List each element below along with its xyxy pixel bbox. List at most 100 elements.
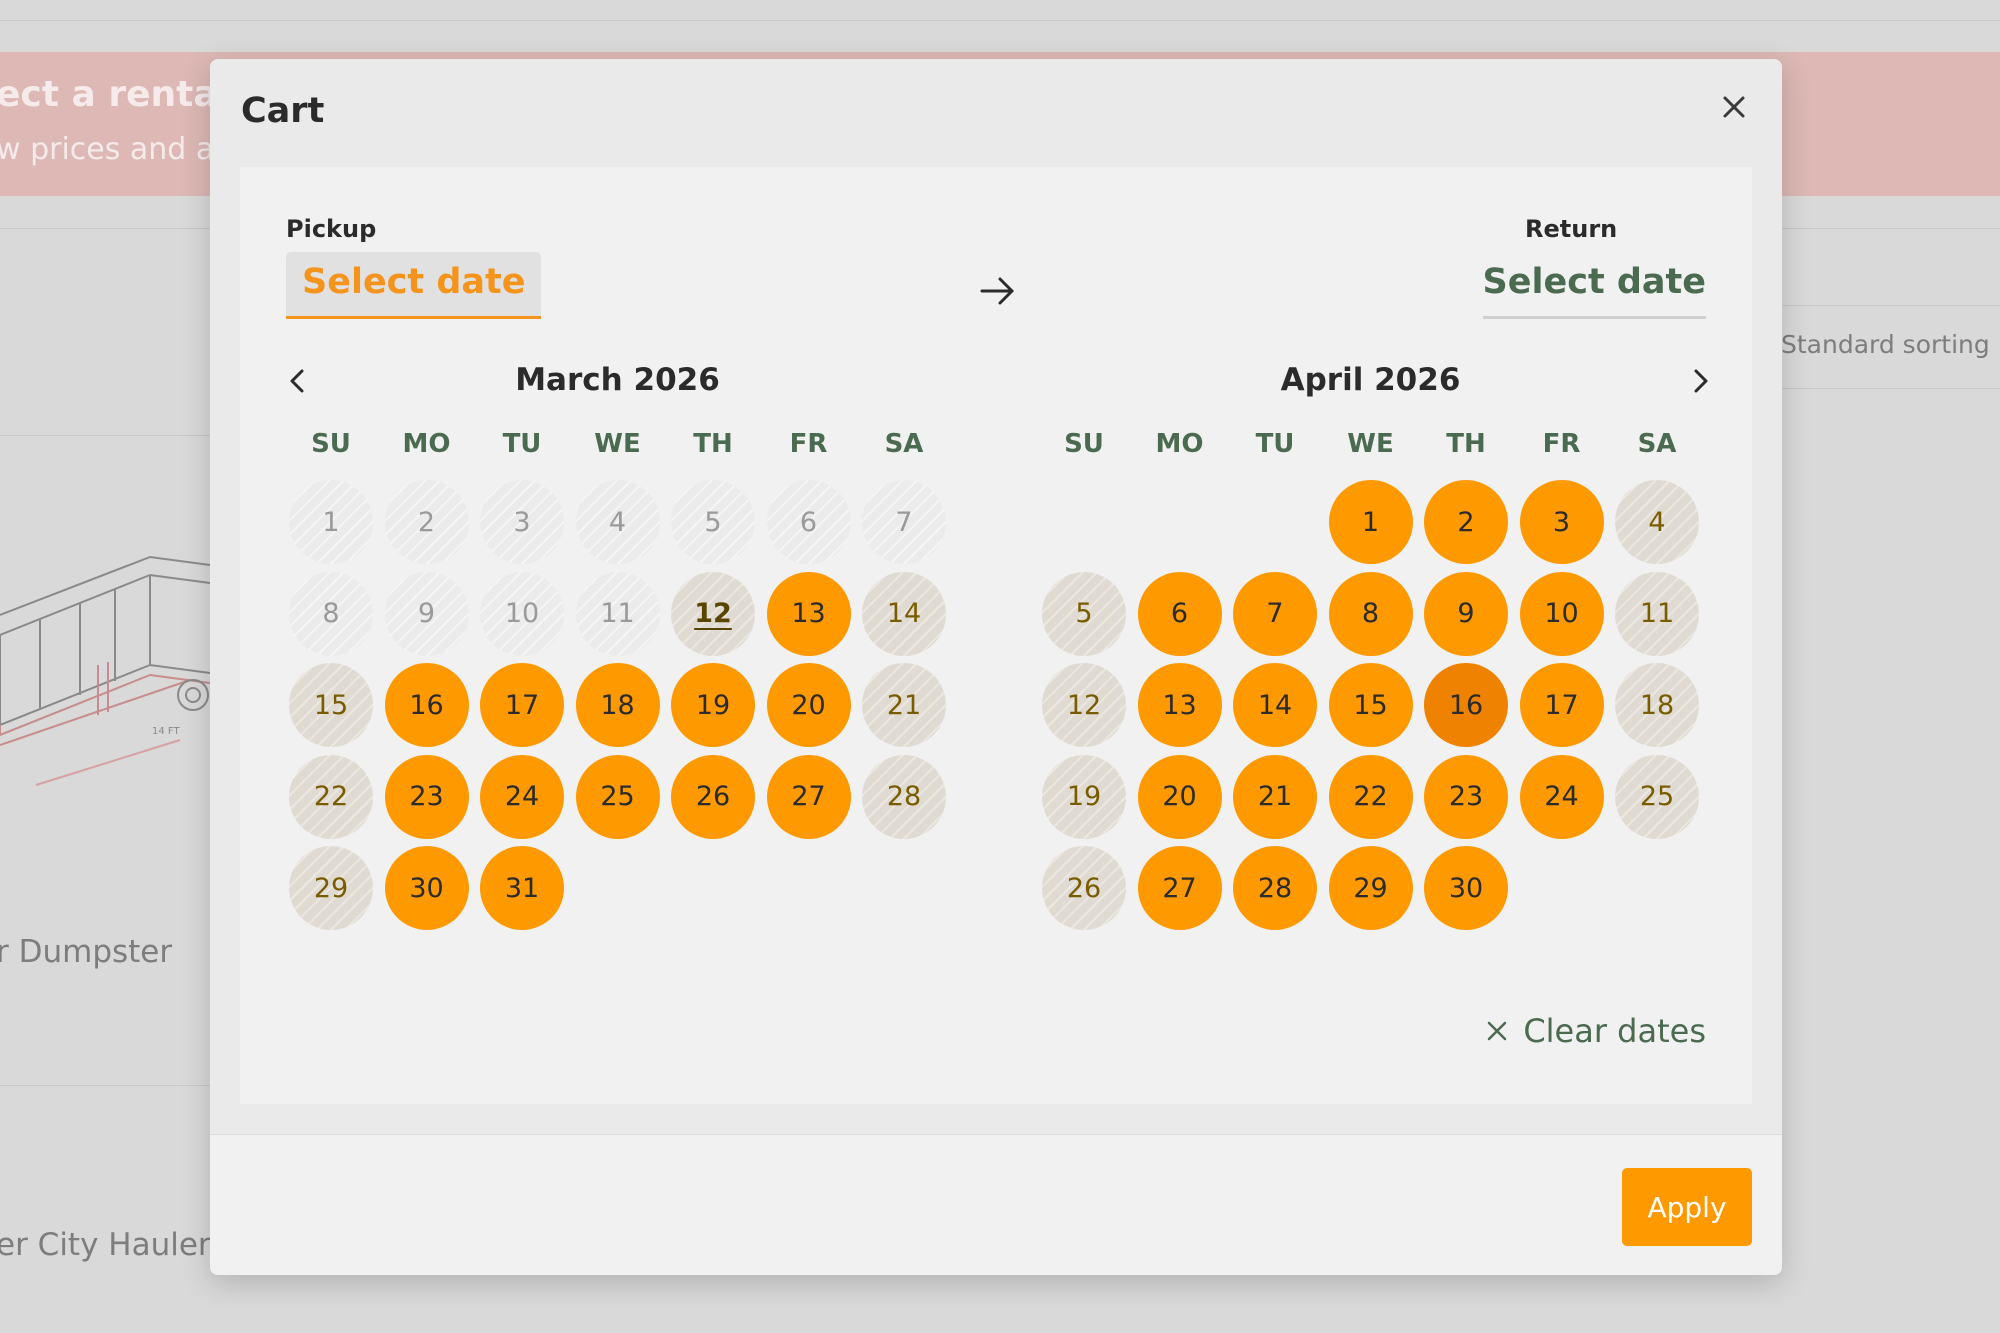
close-icon[interactable] <box>1716 89 1752 125</box>
background-top-bar <box>0 0 2000 21</box>
calendar-day: 3 <box>480 480 564 564</box>
calendar-day[interactable]: 28 <box>1233 846 1317 930</box>
calendar-day[interactable]: 16 <box>1424 663 1508 747</box>
chevron-left-icon[interactable] <box>278 361 318 401</box>
calendar-day[interactable]: 17 <box>480 663 564 747</box>
weekday-label: FR <box>1542 429 1581 459</box>
weekday-label: WE <box>594 429 641 459</box>
product-name[interactable]: r Dumpster <box>0 934 172 970</box>
calendar-day: 28 <box>862 754 946 839</box>
calendar-day[interactable]: 17 <box>1519 663 1604 747</box>
calendar-day: 26 <box>1042 846 1126 930</box>
background-divider <box>1760 388 2000 389</box>
calendar-day: 5 <box>1042 571 1126 656</box>
calendar-day: 15 <box>289 663 373 747</box>
calendar-day: 9 <box>384 571 469 656</box>
background-banner-subtitle: w prices and av <box>0 132 233 167</box>
calendar-day[interactable]: 6 <box>1137 571 1222 656</box>
calendar-day: 11 <box>1615 571 1699 656</box>
calendar-day[interactable]: 24 <box>1519 754 1604 839</box>
calendar-day[interactable]: 26 <box>671 754 755 839</box>
calendar-day[interactable]: 24 <box>480 754 564 839</box>
calendar-day: 12 <box>671 571 755 656</box>
calendar-day: 5 <box>671 480 755 564</box>
calendar-day[interactable]: 23 <box>384 754 469 839</box>
weekday-label: MO <box>1155 429 1204 459</box>
calendar-day: 22 <box>289 754 373 839</box>
pickup-label: Pickup <box>286 215 377 243</box>
dimension-label: 14 FT <box>152 726 180 737</box>
calendar-day[interactable]: 23 <box>1424 754 1508 839</box>
calendar-day[interactable]: 29 <box>1328 846 1413 930</box>
calendar-day[interactable]: 10 <box>1519 571 1604 656</box>
modal-footer: Apply <box>210 1134 1782 1275</box>
weekday-label: WE <box>1347 429 1394 459</box>
weekday-label: MO <box>402 429 451 459</box>
calendar-day: 21 <box>862 663 946 747</box>
calendar-day[interactable]: 20 <box>1137 754 1222 839</box>
weekday-label: SA <box>884 429 924 459</box>
calendar-day[interactable]: 14 <box>1233 663 1317 747</box>
calendar-day: 10 <box>480 571 564 656</box>
background-divider <box>1760 305 2000 306</box>
sort-dropdown[interactable]: Standard sorting <box>1781 330 1990 359</box>
vendor-name[interactable]: er City Haulers <box>0 1227 227 1263</box>
calendar-day: 12 <box>1042 663 1126 747</box>
calendar-day: 19 <box>1042 754 1126 839</box>
weekday-label: SA <box>1637 429 1677 459</box>
calendar-day: 18 <box>1615 663 1699 747</box>
pickup-date-field[interactable]: Select date <box>286 252 542 319</box>
calendar-day[interactable]: 8 <box>1328 571 1413 656</box>
calendar-day[interactable]: 30 <box>1424 846 1508 930</box>
date-picker-panel: Pickup Select date Return Select date Ma… <box>240 167 1752 1104</box>
calendar-day[interactable]: 3 <box>1519 480 1604 564</box>
chevron-right-icon[interactable] <box>1680 361 1720 401</box>
month-title: March 2026 <box>515 362 720 398</box>
modal-title: Cart <box>241 91 325 131</box>
calendar-day: 29 <box>289 846 373 930</box>
apply-button[interactable]: Apply <box>1622 1168 1752 1246</box>
calendar-day[interactable]: 18 <box>575 663 660 747</box>
calendar-day[interactable]: 30 <box>384 846 469 930</box>
background-divider <box>0 1085 210 1086</box>
calendar-day[interactable]: 25 <box>575 754 660 839</box>
calendar-day[interactable]: 7 <box>1233 571 1317 656</box>
return-date-field[interactable]: Select date <box>1482 252 1706 319</box>
calendar-day[interactable]: 22 <box>1328 754 1413 839</box>
calendar-day: 4 <box>575 480 660 564</box>
calendar-day[interactable]: 13 <box>1137 663 1222 747</box>
calendar-day[interactable]: 27 <box>1137 846 1222 930</box>
calendar-day: 6 <box>766 480 851 564</box>
cart-modal: Cart Pickup Select date Return Select da… <box>210 59 1782 1275</box>
background-divider <box>0 435 210 436</box>
calendar-day: 11 <box>575 571 660 656</box>
calendar-day: 1 <box>289 480 373 564</box>
clear-dates-button[interactable]: Clear dates <box>1485 1012 1706 1050</box>
arrow-right-icon <box>980 277 1014 305</box>
calendar-day[interactable]: 1 <box>1328 480 1413 564</box>
calendar-day: 4 <box>1615 480 1699 564</box>
calendar-day[interactable]: 15 <box>1328 663 1413 747</box>
calendar-day[interactable]: 2 <box>1424 480 1508 564</box>
weekday-label: TU <box>1255 429 1295 459</box>
calendar-day[interactable]: 13 <box>766 571 851 656</box>
clear-dates-label: Clear dates <box>1523 1012 1706 1050</box>
x-icon <box>1488 1021 1507 1041</box>
calendar-day: 14 <box>862 571 946 656</box>
calendar-day[interactable]: 21 <box>1233 754 1317 839</box>
weekday-label: SU <box>311 429 351 459</box>
weekday-label: TH <box>693 429 733 459</box>
calendar-day[interactable]: 31 <box>480 846 564 930</box>
calendar-day: 2 <box>384 480 469 564</box>
calendar-day: 7 <box>862 480 946 564</box>
weekday-label: SU <box>1064 429 1104 459</box>
month-title: April 2026 <box>1280 362 1461 398</box>
calendar-day[interactable]: 19 <box>671 663 755 747</box>
calendar-day[interactable]: 20 <box>766 663 851 747</box>
calendar-day[interactable]: 27 <box>766 754 851 839</box>
weekday-label: TH <box>1446 429 1486 459</box>
dumpster-image: 14 FT <box>0 555 210 786</box>
return-label: Return <box>1525 215 1618 243</box>
calendar-day[interactable]: 9 <box>1424 571 1508 656</box>
calendar-day[interactable]: 16 <box>384 663 469 747</box>
